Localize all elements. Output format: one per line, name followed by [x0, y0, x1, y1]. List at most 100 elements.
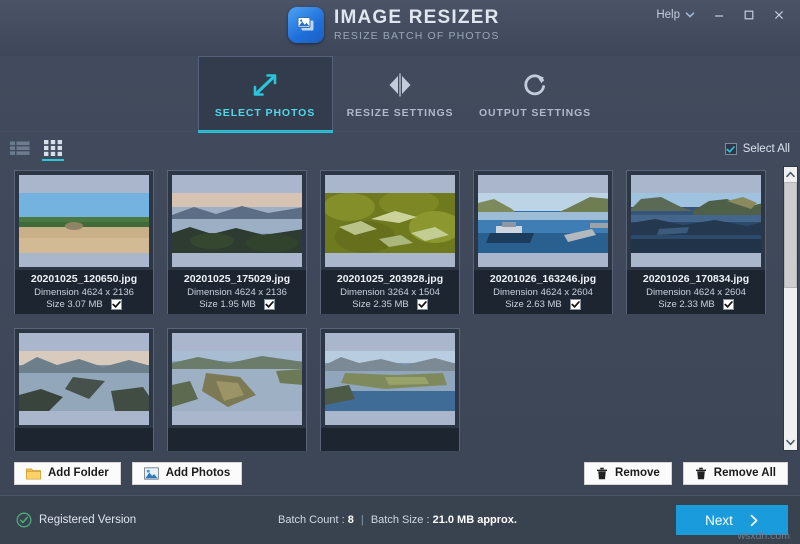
tab-label: SELECT PHOTOS: [215, 107, 315, 119]
scroll-up-button[interactable]: [784, 167, 797, 182]
photo-thumbnail: [172, 175, 302, 267]
tab-output-settings[interactable]: OUTPUT SETTINGS: [468, 56, 603, 132]
photo-card[interactable]: 20201026_163246.jpg Dimension 4624 x 260…: [473, 170, 613, 314]
photo-meta: 20201026_170834.jpg Dimension 4624 x 260…: [627, 270, 765, 314]
check-icon: [418, 300, 427, 309]
close-button[interactable]: [766, 3, 792, 27]
photo-meta: 20201025_203928.jpg Dimension 3264 x 150…: [321, 270, 459, 314]
dry-field-photo: [19, 193, 149, 253]
title-bar: IMAGE RESIZER RESIZE BATCH OF PHOTOS Hel…: [0, 0, 800, 56]
check-circle-icon: [16, 512, 32, 528]
minimize-button[interactable]: [706, 3, 732, 27]
action-bar: Add Folder Add Photos Remove: [0, 451, 800, 495]
add-photos-button[interactable]: Add Photos: [132, 462, 243, 485]
app-title: IMAGE RESIZER: [334, 8, 500, 27]
list-view-icon: [10, 141, 30, 155]
photo-dimension: Dimension 4624 x 2136: [174, 287, 300, 298]
scroll-down-button[interactable]: [784, 435, 797, 450]
batch-size-value: 21.0 MB approx.: [433, 514, 517, 526]
folder-icon: [26, 467, 41, 480]
scrollbar-track[interactable]: [784, 182, 797, 435]
chevron-right-icon: [749, 514, 759, 527]
batch-size-label: Batch Size :: [371, 514, 430, 526]
chevron-down-icon: [685, 10, 695, 20]
photo-thumbnail: [19, 175, 149, 267]
photo-dimension: Dimension 4624 x 2136: [21, 287, 147, 298]
photo-filename: 20201026_170834.jpg: [633, 273, 759, 286]
trash-icon: [695, 467, 707, 480]
photo-checkbox[interactable]: [111, 299, 122, 310]
photo-thumbnail: [325, 175, 455, 267]
grid-view-button[interactable]: [42, 137, 64, 161]
rocky-shore-photo: [631, 193, 761, 253]
grid-view-icon: [44, 140, 62, 156]
photo-meta: [321, 428, 459, 451]
grid-scrollbar[interactable]: [783, 166, 798, 451]
list-view-button[interactable]: [8, 138, 32, 160]
view-mode-group: [8, 137, 64, 161]
photo-card[interactable]: 20201025_203928.jpg Dimension 3264 x 150…: [320, 170, 460, 314]
batch-separator: |: [361, 514, 364, 526]
chevron-up-icon: [786, 171, 795, 178]
photo-thumbnail: [478, 175, 608, 267]
photo-card[interactable]: 20201025_175029.jpg Dimension 4624 x 213…: [167, 170, 307, 314]
photo-filename: 20201026_163246.jpg: [480, 273, 606, 286]
tab-bar: SELECT PHOTOS RESIZE SETTINGS OUTPUT SET…: [0, 56, 800, 132]
select-all-checkbox[interactable]: [725, 143, 737, 155]
photo-filename: 20201025_120650.jpg: [21, 273, 147, 286]
remove-all-label: Remove All: [714, 467, 776, 479]
photo-thumbnail: [172, 333, 302, 425]
close-icon: [773, 9, 785, 21]
photo-checkbox[interactable]: [417, 299, 428, 310]
photo-card[interactable]: 20201026_170834.jpg Dimension 4624 x 260…: [626, 170, 766, 314]
dusk-lake-photo: [172, 193, 302, 253]
photo-filename: 20201025_203928.jpg: [327, 273, 453, 286]
watermark: wsxdn.com: [737, 530, 790, 542]
photo-thumbnail: [325, 333, 455, 425]
photo-checkbox[interactable]: [264, 299, 275, 310]
maximize-button[interactable]: [736, 3, 762, 27]
photo-meta: [168, 428, 306, 451]
batch-count-label: Batch Count :: [278, 514, 345, 526]
remove-button[interactable]: Remove: [584, 462, 672, 485]
tab-select-photos[interactable]: SELECT PHOTOS: [198, 56, 333, 132]
tab-label: RESIZE SETTINGS: [347, 107, 454, 119]
photo-grid-pane: 20201025_120650.jpg Dimension 4624 x 213…: [14, 166, 778, 451]
photo-meta: 20201025_175029.jpg Dimension 4624 x 213…: [168, 270, 306, 314]
app-subtitle: RESIZE BATCH OF PHOTOS: [334, 31, 500, 42]
photo-meta: 20201025_120650.jpg Dimension 4624 x 213…: [15, 270, 153, 314]
minimize-icon: [713, 9, 725, 21]
photo-card[interactable]: [320, 328, 460, 451]
photo-size: Size 2.33 MB: [658, 299, 715, 310]
photo-card[interactable]: [14, 328, 154, 451]
photo-meta: 20201026_163246.jpg Dimension 4624 x 260…: [474, 270, 612, 314]
remove-all-button[interactable]: Remove All: [683, 462, 788, 485]
status-bar: Registered Version Batch Count : 8 | Bat…: [0, 495, 800, 544]
photo-card[interactable]: 20201025_120650.jpg Dimension 4624 x 213…: [14, 170, 154, 314]
photo-card[interactable]: [167, 328, 307, 451]
photo-filename: 20201025_175029.jpg: [174, 273, 300, 286]
check-icon: [571, 300, 580, 309]
add-folder-button[interactable]: Add Folder: [14, 462, 121, 485]
mountain-lake-photo: [19, 351, 149, 411]
window-controls: Help: [649, 0, 792, 30]
boats-fjord-photo: [478, 193, 608, 253]
photo-checkbox[interactable]: [723, 299, 734, 310]
add-photos-label: Add Photos: [166, 467, 231, 479]
brand: IMAGE RESIZER RESIZE BATCH OF PHOTOS: [288, 7, 500, 43]
check-icon: [112, 300, 121, 309]
scrollbar-thumb[interactable]: [784, 182, 797, 288]
photo-size: Size 3.07 MB: [46, 299, 103, 310]
registered-status: Registered Version: [16, 512, 136, 528]
image-resizer-window: IMAGE RESIZER RESIZE BATCH OF PHOTOS Hel…: [0, 0, 800, 544]
photo-checkbox[interactable]: [570, 299, 581, 310]
rotate-refresh-icon: [520, 70, 550, 100]
tab-resize-settings[interactable]: RESIZE SETTINGS: [333, 56, 468, 132]
help-menu-button[interactable]: Help: [649, 6, 702, 24]
photo-dimension: Dimension 4624 x 2604: [633, 287, 759, 298]
add-folder-label: Add Folder: [48, 467, 109, 479]
remove-actions: Remove Remove All: [584, 462, 788, 485]
select-all-control[interactable]: Select All: [725, 143, 790, 155]
photos-stack-icon: [288, 7, 324, 43]
check-icon: [265, 300, 274, 309]
